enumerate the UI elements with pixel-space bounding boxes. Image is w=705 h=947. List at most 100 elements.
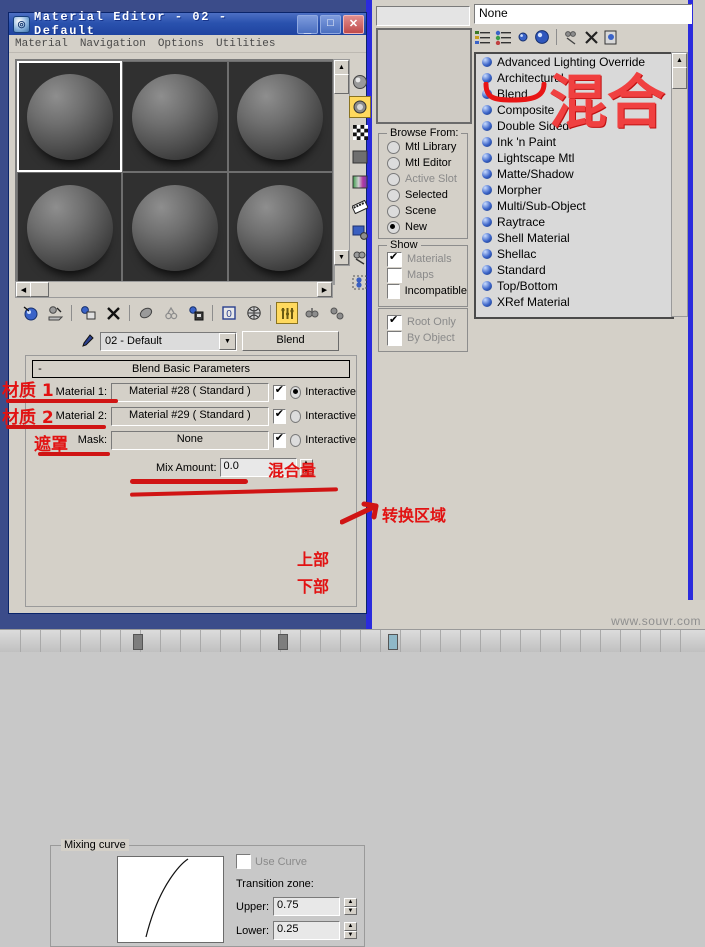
use-curve-checkbox[interactable] <box>236 854 251 869</box>
sample-slot-3[interactable] <box>228 61 333 172</box>
sample-type-sphere-icon[interactable] <box>349 71 371 93</box>
menu-item-options[interactable]: Options <box>158 38 204 50</box>
material1-interactive-radio[interactable] <box>290 386 301 399</box>
scroll-up-icon[interactable]: ▲ <box>672 53 687 68</box>
taskbar[interactable] <box>0 629 705 652</box>
reset-map-icon[interactable] <box>102 302 124 324</box>
upper-spinner[interactable]: ▲▼ <box>344 898 357 915</box>
go-to-parent-icon[interactable] <box>301 302 323 324</box>
show-map-in-viewport-icon[interactable] <box>243 302 265 324</box>
chevron-down-icon[interactable]: ▼ <box>219 333 236 350</box>
filter-option-by-object[interactable]: By Object <box>379 330 467 346</box>
list-item[interactable]: Shell Material <box>476 230 672 246</box>
list-item[interactable]: Composite <box>476 102 672 118</box>
material-by-object-icon[interactable] <box>349 271 371 293</box>
sample-uv-tiling-icon[interactable] <box>349 146 371 168</box>
scroll-left-icon[interactable]: ◀ <box>16 282 31 297</box>
mask-enable-checkbox[interactable] <box>273 433 286 448</box>
scroll-thumb-vertical[interactable] <box>672 67 687 89</box>
put-to-library-icon[interactable] <box>185 302 207 324</box>
sample-slot-4[interactable] <box>17 172 122 283</box>
browse-option-mtl-editor[interactable]: Mtl Editor <box>379 155 467 171</box>
mask-interactive-radio[interactable] <box>290 434 301 447</box>
close-button[interactable]: ✕ <box>343 15 364 34</box>
list-item[interactable]: Standard <box>476 262 672 278</box>
sample-slot-2[interactable] <box>122 61 227 172</box>
material2-enable-checkbox[interactable] <box>273 409 286 424</box>
list-item[interactable]: Ink 'n Paint <box>476 134 672 150</box>
browser-name-field[interactable]: None <box>474 4 692 24</box>
clear-icon[interactable] <box>603 30 618 45</box>
browse-option-active-slot[interactable]: Active Slot <box>379 171 467 187</box>
minimize-button[interactable]: _ <box>297 15 318 34</box>
material-effects-channel-icon[interactable]: 0 <box>218 302 240 324</box>
mix-amount-input[interactable]: 0.0 <box>220 458 297 477</box>
background-checker-icon[interactable] <box>349 121 371 143</box>
menu-item-material[interactable]: Material <box>15 38 68 50</box>
list-item[interactable]: XRef Material <box>476 294 672 310</box>
show-end-result-icon[interactable] <box>276 302 298 324</box>
upper-input[interactable]: 0.75 <box>273 897 340 916</box>
get-material-icon[interactable] <box>19 302 41 324</box>
scroll-up-icon[interactable]: ▲ <box>334 60 349 75</box>
video-color-check-icon[interactable] <box>349 171 371 193</box>
delete-icon[interactable] <box>584 30 599 45</box>
mix-amount-spinner[interactable]: ▲▼ <box>300 459 313 476</box>
material-name-combo[interactable]: 02 - Default ▼ <box>100 332 237 351</box>
mask-button[interactable]: None <box>111 431 269 450</box>
make-unique-icon[interactable] <box>160 302 182 324</box>
assign-material-to-selection-icon[interactable] <box>77 302 99 324</box>
list-item[interactable]: Morpher <box>476 182 672 198</box>
material1-enable-checkbox[interactable] <box>273 385 286 400</box>
mixing-curve-graph[interactable] <box>117 856 224 943</box>
make-material-copy-icon[interactable] <box>135 302 157 324</box>
menu-item-utilities[interactable]: Utilities <box>216 38 275 50</box>
list-item[interactable]: Lightscape Mtl <box>476 150 672 166</box>
material2-interactive-radio[interactable] <box>290 410 301 423</box>
scroll-thumb-vertical[interactable] <box>334 74 349 94</box>
eyedropper-icon[interactable] <box>79 333 95 349</box>
show-option-maps[interactable]: Maps <box>379 267 467 283</box>
menu-item-navigation[interactable]: Navigation <box>80 38 146 50</box>
scroll-thumb-horizontal[interactable] <box>30 282 49 297</box>
list-item[interactable]: Shellac <box>476 246 672 262</box>
put-material-to-scene-icon[interactable] <box>44 302 66 324</box>
update-scene-icon[interactable] <box>563 30 580 45</box>
browse-option-mtl-library[interactable]: Mtl Library <box>379 139 467 155</box>
large-sphere-icon[interactable] <box>534 29 550 45</box>
slots-horizontal-scrollbar[interactable]: ◀ ▶ <box>15 281 333 298</box>
browse-option-scene[interactable]: Scene <box>379 203 467 219</box>
browser-preview-thumbnail[interactable] <box>376 28 472 124</box>
browse-option-new[interactable]: New <box>379 219 467 235</box>
lower-input[interactable]: 0.25 <box>273 921 340 940</box>
view-details-icon[interactable] <box>495 30 512 45</box>
browser-vertical-scrollbar[interactable]: ▲ <box>671 52 688 317</box>
material-by-material-icon[interactable] <box>349 246 371 268</box>
sample-slot-5[interactable] <box>122 172 227 283</box>
rollout-toggle-icon[interactable]: - <box>33 363 47 375</box>
material2-button[interactable]: Material #29 ( Standard ) <box>111 407 269 426</box>
sample-slot-6[interactable] <box>228 172 333 283</box>
backlight-icon[interactable] <box>349 96 371 118</box>
scroll-right-icon[interactable]: ▶ <box>317 282 332 297</box>
show-option-incompatible[interactable]: Incompatible <box>379 283 467 299</box>
scroll-down-icon[interactable]: ▼ <box>334 250 349 265</box>
list-item[interactable]: Multi/Sub-Object <box>476 198 672 214</box>
view-list-icon[interactable] <box>474 30 491 45</box>
rollout-header[interactable]: - Blend Basic Parameters <box>32 360 350 378</box>
title-bar[interactable]: ◎ Material Editor - 02 - Default _ □ ✕ <box>9 13 366 35</box>
small-sphere-icon[interactable] <box>516 30 530 44</box>
list-item[interactable]: Advanced Lighting Override <box>476 54 672 70</box>
slots-vertical-scrollbar[interactable]: ▲ ▼ <box>333 59 350 266</box>
lower-spinner[interactable]: ▲▼ <box>344 922 357 939</box>
maximize-button[interactable]: □ <box>320 15 341 34</box>
go-forward-to-sibling-icon[interactable] <box>326 302 348 324</box>
list-item[interactable]: Matte/Shadow <box>476 166 672 182</box>
browse-option-selected[interactable]: Selected <box>379 187 467 203</box>
filter-option-root-only[interactable]: Root Only <box>379 314 467 330</box>
make-preview-icon[interactable] <box>349 196 371 218</box>
sample-slot-1[interactable] <box>17 61 122 172</box>
material1-button[interactable]: Material #28 ( Standard ) <box>111 383 269 402</box>
material-type-button[interactable]: Blend <box>242 331 339 351</box>
show-option-materials[interactable]: Materials <box>379 251 467 267</box>
